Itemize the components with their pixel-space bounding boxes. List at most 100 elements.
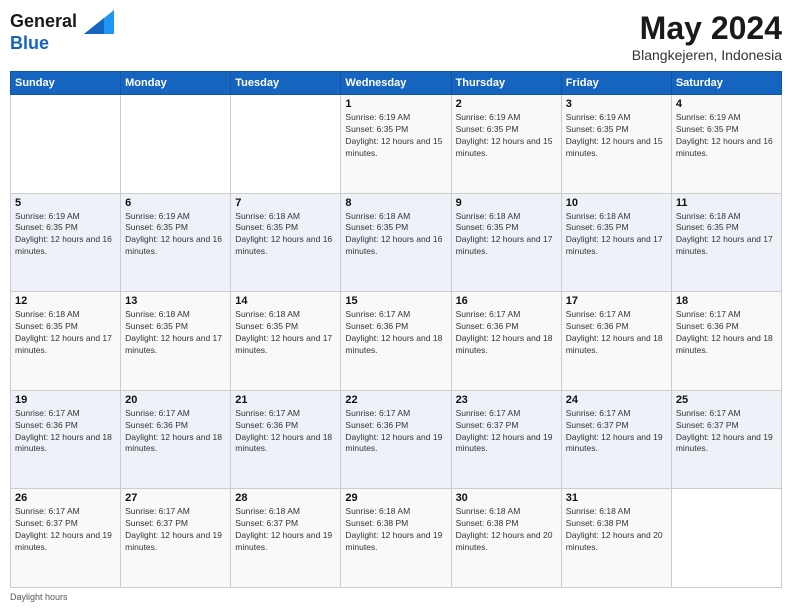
day-info: Sunrise: 6:18 AMSunset: 6:35 PMDaylight:… — [456, 211, 557, 259]
calendar-week-4: 19 Sunrise: 6:17 AMSunset: 6:36 PMDayligh… — [11, 390, 782, 489]
page: General Blue May 2024 Blangkejeren, Indo… — [0, 0, 792, 612]
day-info: Sunrise: 6:19 AMSunset: 6:35 PMDaylight:… — [125, 211, 226, 259]
day-info: Sunrise: 6:18 AMSunset: 6:38 PMDaylight:… — [345, 506, 446, 554]
day-number: 5 — [15, 197, 116, 209]
calendar-cell: 21Sunrise: 6:17 AMSunset: 6:36 PMDayligh… — [231, 390, 341, 489]
day-info: Sunrise: 6:18 AMSunset: 6:38 PMDaylight:… — [456, 506, 557, 554]
day-info: Sunrise: 6:18 AMSunset: 6:37 PMDaylight:… — [235, 506, 336, 554]
title-block: May 2024 Blangkejeren, Indonesia — [632, 10, 782, 63]
day-number: 15 — [345, 295, 446, 307]
day-info: Sunrise: 6:17 AMSunset: 6:37 PMDaylight:… — [566, 408, 667, 456]
calendar-header-tuesday: Tuesday — [231, 72, 341, 95]
day-info: Sunrise: 6:18 AMSunset: 6:35 PMDaylight:… — [235, 309, 336, 357]
calendar-cell: 25Sunrise: 6:17 AMSunset: 6:37 PMDayligh… — [671, 390, 781, 489]
calendar-header-monday: Monday — [121, 72, 231, 95]
day-info: Sunrise: 6:18 AMSunset: 6:35 PMDaylight:… — [345, 211, 446, 259]
calendar-header-wednesday: Wednesday — [341, 72, 451, 95]
day-number: 29 — [345, 492, 446, 504]
calendar-cell: 6 Sunrise: 6:19 AMSunset: 6:35 PMDaylight… — [121, 193, 231, 292]
day-info: Sunrise: 6:18 AMSunset: 6:35 PMDaylight:… — [15, 309, 116, 357]
day-number: 13 — [125, 295, 226, 307]
day-number: 6 — [125, 197, 226, 209]
calendar-cell: 23 Sunrise: 6:17 AMSunset: 6:37 PMDayligh… — [451, 390, 561, 489]
day-info: Sunrise: 6:19 AMSunset: 6:35 PMDaylight:… — [345, 112, 446, 160]
calendar-cell: 18 Sunrise: 6:17 AMSunset: 6:36 PMDayligh… — [671, 292, 781, 391]
calendar-cell: 7 Sunrise: 6:18 AMSunset: 6:35 PMDaylight… — [231, 193, 341, 292]
calendar-cell: 4Sunrise: 6:19 AMSunset: 6:35 PMDaylight… — [671, 95, 781, 194]
calendar-cell: 14 Sunrise: 6:18 AMSunset: 6:35 PMDayligh… — [231, 292, 341, 391]
calendar-cell: 17Sunrise: 6:17 AMSunset: 6:36 PMDayligh… — [561, 292, 671, 391]
calendar-cell: 15 Sunrise: 6:17 AMSunset: 6:36 PMDayligh… — [341, 292, 451, 391]
day-number: 19 — [15, 394, 116, 406]
calendar-cell: 1 Sunrise: 6:19 AMSunset: 6:35 PMDaylight… — [341, 95, 451, 194]
day-number: 27 — [125, 492, 226, 504]
day-number: 10 — [566, 197, 667, 209]
day-number: 30 — [456, 492, 557, 504]
day-info: Sunrise: 6:18 AMSunset: 6:35 PMDaylight:… — [235, 211, 336, 259]
day-info: Sunrise: 6:19 AMSunset: 6:35 PMDaylight:… — [676, 112, 777, 160]
calendar-cell — [121, 95, 231, 194]
day-number: 9 — [456, 197, 557, 209]
calendar-cell — [11, 95, 121, 194]
day-number: 12 — [15, 295, 116, 307]
day-number: 17 — [566, 295, 667, 307]
logo: General Blue — [10, 10, 114, 54]
calendar-cell: 20 Sunrise: 6:17 AMSunset: 6:36 PMDayligh… — [121, 390, 231, 489]
day-info: Sunrise: 6:19 AMSunset: 6:35 PMDaylight:… — [566, 112, 667, 160]
calendar-cell: 31 Sunrise: 6:18 AMSunset: 6:38 PMDayligh… — [561, 489, 671, 588]
calendar-cell — [671, 489, 781, 588]
day-info: Sunrise: 6:17 AMSunset: 6:36 PMDaylight:… — [676, 309, 777, 357]
location: Blangkejeren, Indonesia — [632, 47, 782, 63]
calendar-cell: 27 Sunrise: 6:17 AMSunset: 6:37 PMDayligh… — [121, 489, 231, 588]
day-info: Sunrise: 6:17 AMSunset: 6:36 PMDaylight:… — [456, 309, 557, 357]
calendar-header-thursday: Thursday — [451, 72, 561, 95]
day-info: Sunrise: 6:17 AMSunset: 6:37 PMDaylight:… — [456, 408, 557, 456]
logo-general: General — [10, 11, 77, 31]
day-number: 1 — [345, 98, 446, 110]
day-info: Sunrise: 6:18 AMSunset: 6:35 PMDaylight:… — [566, 211, 667, 259]
day-number: 25 — [676, 394, 777, 406]
calendar-week-1: 1 Sunrise: 6:19 AMSunset: 6:35 PMDaylight… — [11, 95, 782, 194]
day-number: 8 — [345, 197, 446, 209]
calendar-cell: 5 Sunrise: 6:19 AMSunset: 6:35 PMDaylight… — [11, 193, 121, 292]
calendar-header-friday: Friday — [561, 72, 671, 95]
day-number: 2 — [456, 98, 557, 110]
day-info: Sunrise: 6:17 AMSunset: 6:36 PMDaylight:… — [345, 309, 446, 357]
calendar-cell: 22Sunrise: 6:17 AMSunset: 6:36 PMDayligh… — [341, 390, 451, 489]
calendar-cell: 30 Sunrise: 6:18 AMSunset: 6:38 PMDayligh… — [451, 489, 561, 588]
day-number: 18 — [676, 295, 777, 307]
calendar-cell: 12 Sunrise: 6:18 AMSunset: 6:35 PMDayligh… — [11, 292, 121, 391]
day-number: 24 — [566, 394, 667, 406]
calendar-cell: 16Sunrise: 6:17 AMSunset: 6:36 PMDayligh… — [451, 292, 561, 391]
calendar-cell: 24 Sunrise: 6:17 AMSunset: 6:37 PMDayligh… — [561, 390, 671, 489]
day-info: Sunrise: 6:19 AMSunset: 6:35 PMDaylight:… — [15, 211, 116, 259]
day-info: Sunrise: 6:17 AMSunset: 6:36 PMDaylight:… — [125, 408, 226, 456]
calendar-week-5: 26 Sunrise: 6:17 AMSunset: 6:37 PMDayligh… — [11, 489, 782, 588]
day-number: 20 — [125, 394, 226, 406]
day-info: Sunrise: 6:19 AMSunset: 6:35 PMDaylight:… — [456, 112, 557, 160]
logo-icon — [84, 10, 114, 34]
calendar-header-sunday: Sunday — [11, 72, 121, 95]
day-number: 26 — [15, 492, 116, 504]
logo-blue: Blue — [10, 34, 114, 54]
day-info: Sunrise: 6:17 AMSunset: 6:37 PMDaylight:… — [125, 506, 226, 554]
calendar-cell: 28Sunrise: 6:18 AMSunset: 6:37 PMDayligh… — [231, 489, 341, 588]
calendar-table: SundayMondayTuesdayWednesdayThursdayFrid… — [10, 71, 782, 588]
day-info: Sunrise: 6:17 AMSunset: 6:36 PMDaylight:… — [235, 408, 336, 456]
calendar-week-2: 5 Sunrise: 6:19 AMSunset: 6:35 PMDaylight… — [11, 193, 782, 292]
calendar-header-saturday: Saturday — [671, 72, 781, 95]
day-info: Sunrise: 6:18 AMSunset: 6:35 PMDaylight:… — [676, 211, 777, 259]
day-number: 7 — [235, 197, 336, 209]
day-number: 14 — [235, 295, 336, 307]
day-number: 31 — [566, 492, 667, 504]
calendar-cell: 2 Sunrise: 6:19 AMSunset: 6:35 PMDaylight… — [451, 95, 561, 194]
footer-label: Daylight hours — [10, 592, 782, 602]
calendar-cell: 11 Sunrise: 6:18 AMSunset: 6:35 PMDayligh… — [671, 193, 781, 292]
day-info: Sunrise: 6:17 AMSunset: 6:37 PMDaylight:… — [15, 506, 116, 554]
calendar-cell: 10 Sunrise: 6:18 AMSunset: 6:35 PMDayligh… — [561, 193, 671, 292]
calendar-cell: 13Sunrise: 6:18 AMSunset: 6:35 PMDayligh… — [121, 292, 231, 391]
calendar-cell: 9 Sunrise: 6:18 AMSunset: 6:35 PMDaylight… — [451, 193, 561, 292]
day-number: 23 — [456, 394, 557, 406]
day-info: Sunrise: 6:18 AMSunset: 6:38 PMDaylight:… — [566, 506, 667, 554]
day-number: 11 — [676, 197, 777, 209]
